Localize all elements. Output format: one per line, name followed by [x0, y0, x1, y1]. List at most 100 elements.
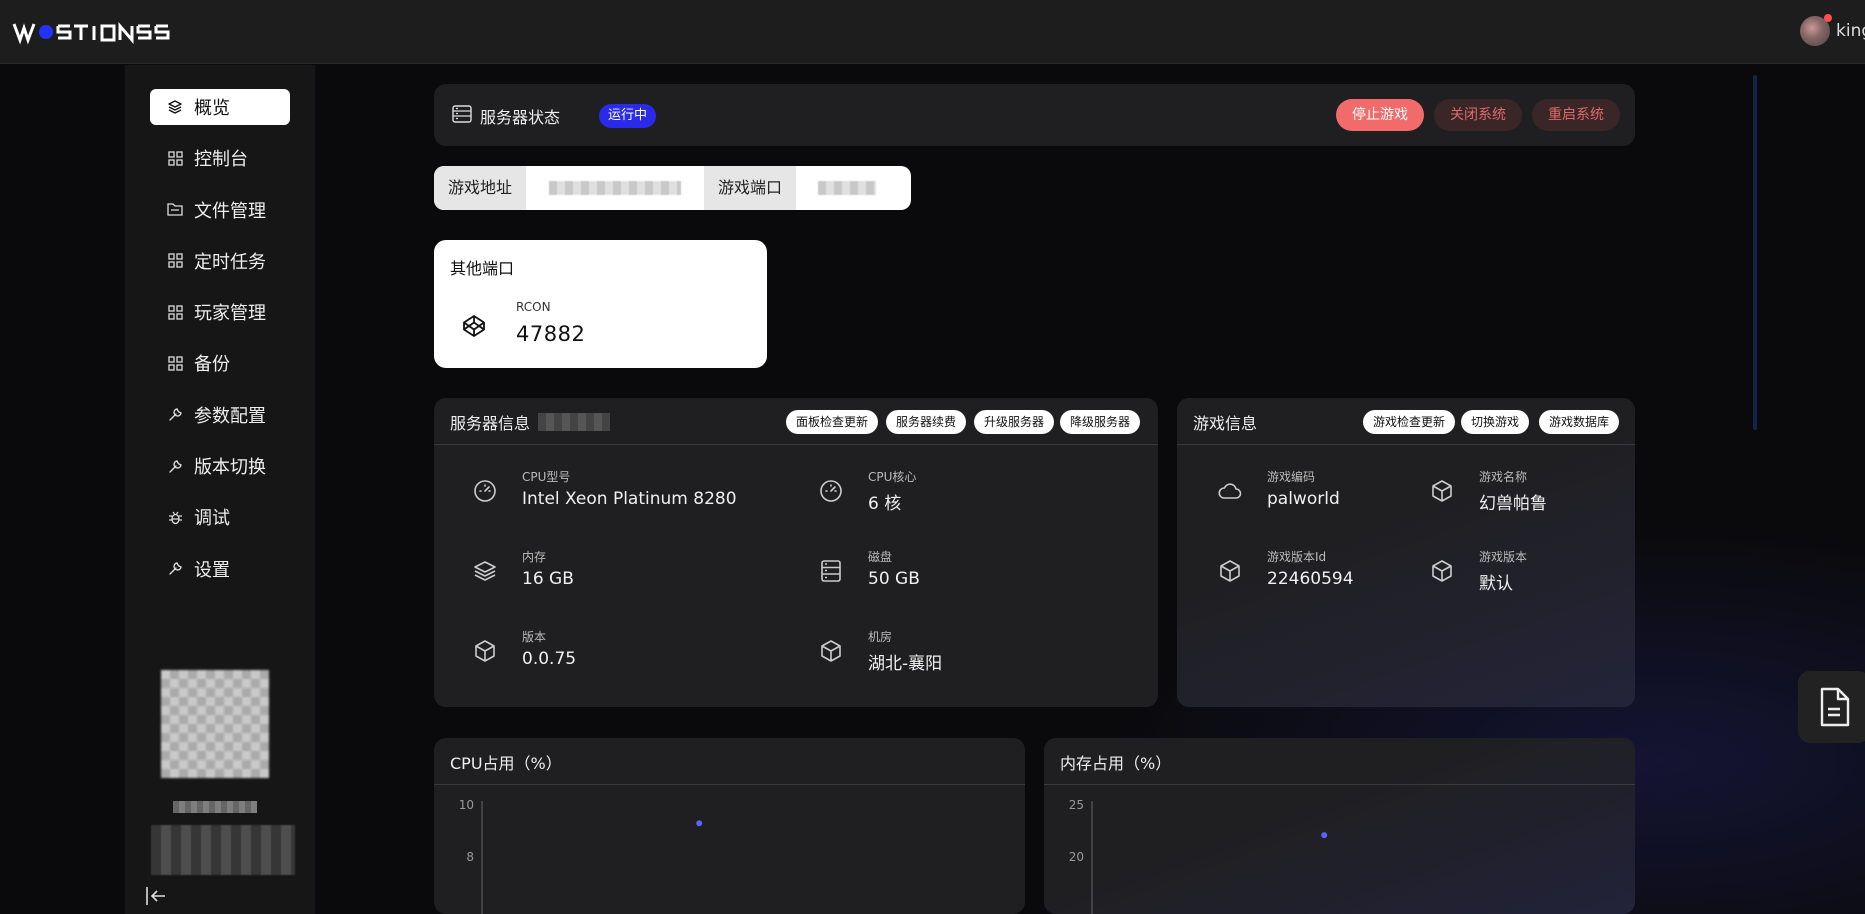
- sidebar-item-scheduled-tasks[interactable]: 定时任务: [150, 243, 290, 279]
- cpu-usage-chart: 10 8: [459, 798, 703, 914]
- sidebar-item-params[interactable]: 参数配置: [150, 397, 290, 433]
- info-value: 16 GB: [522, 569, 574, 589]
- info-label: 游戏版本Id: [1267, 550, 1327, 564]
- sidebar-item-settings[interactable]: 设置: [150, 551, 290, 587]
- info-item-datacenter: 机房湖北-襄阳: [818, 628, 942, 674]
- info-value: Intel Xeon Platinum 8280: [522, 489, 737, 509]
- sidebar-item-overview[interactable]: 概览: [150, 89, 290, 125]
- info-value: palworld: [1267, 489, 1340, 509]
- restart-system-button[interactable]: 重启系统: [1532, 99, 1620, 131]
- info-label: 游戏版本: [1479, 550, 1528, 564]
- info-label: 游戏名称: [1479, 470, 1528, 484]
- info-label: CPU型号: [522, 470, 571, 484]
- wrench-icon: [166, 457, 184, 475]
- sidebar-item-debug[interactable]: 调试: [150, 499, 290, 535]
- memory-chart-title: 内存占用（%）: [1060, 754, 1172, 773]
- folder-icon: [166, 201, 184, 219]
- game-port-label: 游戏端口: [704, 166, 797, 210]
- wrench-icon: [166, 560, 184, 578]
- grid-icon: [166, 303, 184, 321]
- user-menu[interactable]: king: [1800, 14, 1865, 46]
- document-float-button[interactable]: [1798, 671, 1865, 743]
- panel-check-update-button[interactable]: 面板检查更新: [786, 410, 879, 434]
- sidebar-item-label: 版本切换: [194, 457, 266, 479]
- switch-game-button[interactable]: 切换游戏: [1461, 410, 1530, 434]
- sidebar-item-players[interactable]: 玩家管理: [150, 294, 290, 330]
- game-address-value[interactable]: [526, 166, 704, 210]
- downgrade-server-button[interactable]: 降级服务器: [1060, 410, 1141, 434]
- y-tick-label: 10: [459, 798, 474, 812]
- info-item-disk: 磁盘 50 GB: [818, 548, 920, 589]
- document-icon: [1820, 687, 1850, 727]
- sidebar: 概览 控制台 文件管理 定时任务 玩家管理 备份 参数配置 版本切换 调试 设置: [125, 65, 315, 914]
- wrench-icon: [166, 406, 184, 424]
- stop-game-button[interactable]: 停止游戏: [1336, 99, 1424, 131]
- logo-wordmark-icon: [12, 21, 170, 45]
- info-value: 湖北-襄阳: [868, 654, 943, 674]
- redacted-text: [549, 181, 682, 195]
- memory-chart-header: 内存占用（%）: [1044, 738, 1635, 785]
- game-info-title: 游戏信息: [1193, 414, 1258, 433]
- cube-icon: [1429, 478, 1455, 504]
- game-port-value[interactable]: [796, 166, 898, 210]
- server-renew-button[interactable]: 服务器续费: [886, 410, 967, 434]
- sidebar-item-version-switch[interactable]: 版本切换: [150, 448, 290, 484]
- sidebar-nav: 概览 控制台 文件管理 定时任务 玩家管理 备份 参数配置 版本切换 调试 设置: [150, 89, 290, 602]
- info-value: 22460594: [1267, 569, 1354, 589]
- layers-icon: [472, 558, 498, 584]
- upgrade-server-button[interactable]: 升级服务器: [974, 410, 1055, 434]
- y-tick-label: 20: [1069, 850, 1084, 864]
- info-label: 磁盘: [868, 550, 893, 564]
- gauge-icon: [472, 478, 498, 504]
- cpu-chart-header: CPU占用（%）: [434, 738, 1025, 785]
- info-label: CPU核心: [868, 470, 917, 484]
- game-database-button[interactable]: 游戏数据库: [1539, 410, 1620, 434]
- cloud-icon: [1217, 478, 1243, 504]
- disk-icon: [818, 558, 844, 584]
- game-item-name: 游戏名称 幻兽帕鲁: [1429, 468, 1547, 514]
- server-status-label: 服务器状态: [480, 108, 561, 127]
- memory-usage-chart: 25 20: [1069, 798, 1328, 914]
- layers-icon: [166, 98, 184, 116]
- status-badge: 运行中: [599, 104, 657, 128]
- data-point: [1321, 832, 1328, 839]
- game-info-header: 游戏信息 游戏检查更新 切换游戏 游戏数据库: [1177, 398, 1635, 445]
- sidebar-item-console[interactable]: 控制台: [150, 140, 290, 176]
- game-info-card: 游戏信息 游戏检查更新 切换游戏 游戏数据库 游戏编码 palworld 游戏名称…: [1177, 398, 1635, 707]
- shutdown-system-button[interactable]: 关闭系统: [1434, 99, 1522, 131]
- grid-icon: [166, 354, 184, 372]
- notification-badge: [1824, 14, 1832, 22]
- sidebar-item-files[interactable]: 文件管理: [150, 192, 290, 228]
- game-item-code: 游戏编码 palworld: [1217, 468, 1340, 509]
- sidebar-item-label: 参数配置: [194, 405, 266, 427]
- scroll-indicator[interactable]: [1753, 75, 1757, 430]
- sidebar-item-label: 定时任务: [194, 251, 266, 273]
- sidebar-item-backup[interactable]: 备份: [150, 345, 290, 381]
- other-ports-card: 其他端口 RCON 47882: [434, 240, 767, 368]
- top-bar: king: [0, 0, 1865, 64]
- cpu-usage-chart-card: CPU占用（%） 10 8: [434, 738, 1025, 914]
- gauge-icon: [818, 478, 844, 504]
- collapse-sidebar-icon[interactable]: [145, 885, 167, 907]
- rcon-label: RCON: [516, 300, 551, 314]
- sidebar-item-label: 备份: [194, 354, 230, 376]
- avatar[interactable]: [1800, 14, 1832, 46]
- redacted-text: [538, 413, 611, 431]
- info-label: 机房: [868, 630, 893, 644]
- server-info-title: 服务器信息: [450, 410, 611, 434]
- cube-icon: [472, 638, 498, 664]
- server-info-card: 服务器信息 面板检查更新 服务器续费 升级服务器 降级服务器 CPU型号 Inte…: [434, 398, 1158, 707]
- app-logo[interactable]: [12, 18, 182, 46]
- grid-icon: [166, 149, 184, 167]
- game-item-version: 游戏版本 默认: [1429, 548, 1527, 594]
- info-value: 50 GB: [868, 569, 920, 589]
- sidebar-item-label: 玩家管理: [194, 303, 266, 325]
- y-tick-label: 25: [1069, 798, 1084, 812]
- memory-usage-chart-card: 内存占用（%） 25 20: [1044, 738, 1635, 914]
- cube-icon: [818, 638, 844, 664]
- redacted-text: [151, 825, 295, 875]
- sidebar-item-label: 控制台: [194, 149, 248, 171]
- server-info-title-text: 服务器信息: [450, 414, 531, 433]
- bug-icon: [166, 508, 184, 526]
- game-check-update-button[interactable]: 游戏检查更新: [1363, 410, 1456, 434]
